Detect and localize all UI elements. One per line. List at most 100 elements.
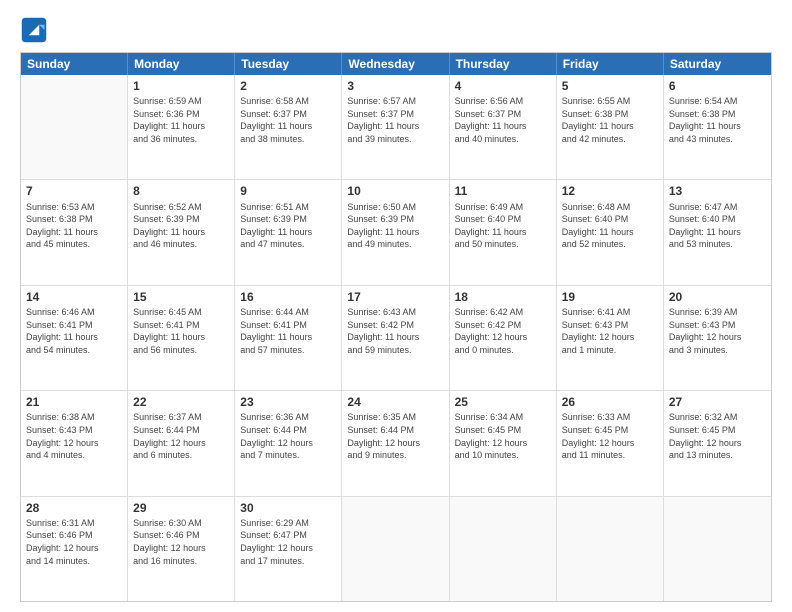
cell-info: Sunrise: 6:45 AMSunset: 6:41 PMDaylight:… [133,306,229,356]
calendar-cell: 14Sunrise: 6:46 AMSunset: 6:41 PMDayligh… [21,286,128,390]
cell-info: Sunrise: 6:32 AMSunset: 6:45 PMDaylight:… [669,411,766,461]
cell-info: Sunrise: 6:42 AMSunset: 6:42 PMDaylight:… [455,306,551,356]
calendar-cell: 12 Sunrise: 6:48 AMSunset: 6:40 PMDayligh… [557,180,664,284]
calendar-cell: 8 Sunrise: 6:52 AMSunset: 6:39 PMDaylight… [128,180,235,284]
cell-info: Sunrise: 6:57 AMSunset: 6:37 PMDaylight:… [347,95,443,145]
cell-info: Sunrise: 6:30 AMSunset: 6:46 PMDaylight:… [133,517,229,567]
calendar-cell: 3Sunrise: 6:57 AMSunset: 6:37 PMDaylight… [342,75,449,179]
cell-info: Sunrise: 6:58 AMSunset: 6:37 PMDaylight:… [240,95,336,145]
day-number: 19 [562,289,658,305]
cell-info: Sunrise: 6:44 AMSunset: 6:41 PMDaylight:… [240,306,336,356]
day-number: 28 [26,500,122,516]
cell-info: Sunrise: 6:52 AMSunset: 6:39 PMDaylight:… [133,201,229,251]
calendar-row-0: 1Sunrise: 6:59 AMSunset: 6:36 PMDaylight… [21,75,771,179]
day-number: 27 [669,394,766,410]
calendar-cell: 17Sunrise: 6:43 AMSunset: 6:42 PMDayligh… [342,286,449,390]
day-number: 14 [26,289,122,305]
header [20,16,772,44]
cell-info: Sunrise: 6:38 AMSunset: 6:43 PMDaylight:… [26,411,122,461]
cell-info: Sunrise: 6:29 AMSunset: 6:47 PMDaylight:… [240,517,336,567]
calendar-cell: 9 Sunrise: 6:51 AMSunset: 6:39 PMDaylight… [235,180,342,284]
calendar-cell: 20Sunrise: 6:39 AMSunset: 6:43 PMDayligh… [664,286,771,390]
logo-icon [20,16,48,44]
day-number: 10 [347,183,443,199]
calendar-cell: 21Sunrise: 6:38 AMSunset: 6:43 PMDayligh… [21,391,128,495]
calendar-cell: 27Sunrise: 6:32 AMSunset: 6:45 PMDayligh… [664,391,771,495]
day-number: 25 [455,394,551,410]
cell-info: Sunrise: 6:46 AMSunset: 6:41 PMDaylight:… [26,306,122,356]
calendar-cell [21,75,128,179]
day-number: 18 [455,289,551,305]
calendar-cell: 23Sunrise: 6:36 AMSunset: 6:44 PMDayligh… [235,391,342,495]
logo [20,16,50,44]
cell-info: Sunrise: 6:53 AMSunset: 6:38 PMDaylight:… [26,201,122,251]
calendar-cell [450,497,557,601]
cell-info: Sunrise: 6:31 AMSunset: 6:46 PMDaylight:… [26,517,122,567]
cell-info: Sunrise: 6:48 AMSunset: 6:40 PMDaylight:… [562,201,658,251]
weekday-header-thursday: Thursday [450,53,557,75]
cell-info: Sunrise: 6:59 AMSunset: 6:36 PMDaylight:… [133,95,229,145]
day-number: 11 [455,183,551,199]
calendar-cell [557,497,664,601]
calendar-cell: 19Sunrise: 6:41 AMSunset: 6:43 PMDayligh… [557,286,664,390]
calendar-cell: 5Sunrise: 6:55 AMSunset: 6:38 PMDaylight… [557,75,664,179]
calendar-cell: 1Sunrise: 6:59 AMSunset: 6:36 PMDaylight… [128,75,235,179]
weekday-header-monday: Monday [128,53,235,75]
calendar-row-2: 14Sunrise: 6:46 AMSunset: 6:41 PMDayligh… [21,285,771,390]
calendar: SundayMondayTuesdayWednesdayThursdayFrid… [20,52,772,602]
calendar-cell: 25Sunrise: 6:34 AMSunset: 6:45 PMDayligh… [450,391,557,495]
day-number: 7 [26,183,122,199]
cell-info: Sunrise: 6:51 AMSunset: 6:39 PMDaylight:… [240,201,336,251]
day-number: 8 [133,183,229,199]
day-number: 16 [240,289,336,305]
cell-info: Sunrise: 6:47 AMSunset: 6:40 PMDaylight:… [669,201,766,251]
day-number: 12 [562,183,658,199]
day-number: 29 [133,500,229,516]
calendar-cell: 24Sunrise: 6:35 AMSunset: 6:44 PMDayligh… [342,391,449,495]
weekday-header-saturday: Saturday [664,53,771,75]
cell-info: Sunrise: 6:50 AMSunset: 6:39 PMDaylight:… [347,201,443,251]
calendar-row-1: 7 Sunrise: 6:53 AMSunset: 6:38 PMDaylight… [21,179,771,284]
cell-info: Sunrise: 6:55 AMSunset: 6:38 PMDaylight:… [562,95,658,145]
cell-info: Sunrise: 6:41 AMSunset: 6:43 PMDaylight:… [562,306,658,356]
calendar-row-3: 21Sunrise: 6:38 AMSunset: 6:43 PMDayligh… [21,390,771,495]
calendar-cell: 15Sunrise: 6:45 AMSunset: 6:41 PMDayligh… [128,286,235,390]
cell-info: Sunrise: 6:39 AMSunset: 6:43 PMDaylight:… [669,306,766,356]
cell-info: Sunrise: 6:36 AMSunset: 6:44 PMDaylight:… [240,411,336,461]
calendar-cell: 26Sunrise: 6:33 AMSunset: 6:45 PMDayligh… [557,391,664,495]
cell-info: Sunrise: 6:56 AMSunset: 6:37 PMDaylight:… [455,95,551,145]
calendar-cell: 30Sunrise: 6:29 AMSunset: 6:47 PMDayligh… [235,497,342,601]
calendar-cell: 7 Sunrise: 6:53 AMSunset: 6:38 PMDaylight… [21,180,128,284]
day-number: 26 [562,394,658,410]
calendar-cell: 16Sunrise: 6:44 AMSunset: 6:41 PMDayligh… [235,286,342,390]
calendar-cell: 29Sunrise: 6:30 AMSunset: 6:46 PMDayligh… [128,497,235,601]
cell-info: Sunrise: 6:49 AMSunset: 6:40 PMDaylight:… [455,201,551,251]
calendar-cell: 10 Sunrise: 6:50 AMSunset: 6:39 PMDayligh… [342,180,449,284]
calendar-body: 1Sunrise: 6:59 AMSunset: 6:36 PMDaylight… [21,75,771,601]
day-number: 4 [455,78,551,94]
calendar-cell: 28Sunrise: 6:31 AMSunset: 6:46 PMDayligh… [21,497,128,601]
weekday-header-tuesday: Tuesday [235,53,342,75]
day-number: 9 [240,183,336,199]
cell-info: Sunrise: 6:54 AMSunset: 6:38 PMDaylight:… [669,95,766,145]
page: SundayMondayTuesdayWednesdayThursdayFrid… [0,0,792,612]
cell-info: Sunrise: 6:34 AMSunset: 6:45 PMDaylight:… [455,411,551,461]
calendar-cell: 11 Sunrise: 6:49 AMSunset: 6:40 PMDayligh… [450,180,557,284]
weekday-header-sunday: Sunday [21,53,128,75]
cell-info: Sunrise: 6:37 AMSunset: 6:44 PMDaylight:… [133,411,229,461]
cell-info: Sunrise: 6:43 AMSunset: 6:42 PMDaylight:… [347,306,443,356]
calendar-cell [342,497,449,601]
day-number: 23 [240,394,336,410]
day-number: 2 [240,78,336,94]
calendar-cell: 4Sunrise: 6:56 AMSunset: 6:37 PMDaylight… [450,75,557,179]
calendar-cell: 13 Sunrise: 6:47 AMSunset: 6:40 PMDayligh… [664,180,771,284]
calendar-cell: 2Sunrise: 6:58 AMSunset: 6:37 PMDaylight… [235,75,342,179]
day-number: 1 [133,78,229,94]
calendar-cell: 18Sunrise: 6:42 AMSunset: 6:42 PMDayligh… [450,286,557,390]
cell-info: Sunrise: 6:35 AMSunset: 6:44 PMDaylight:… [347,411,443,461]
day-number: 13 [669,183,766,199]
day-number: 5 [562,78,658,94]
calendar-cell: 6Sunrise: 6:54 AMSunset: 6:38 PMDaylight… [664,75,771,179]
weekday-header-friday: Friday [557,53,664,75]
calendar-header: SundayMondayTuesdayWednesdayThursdayFrid… [21,53,771,75]
